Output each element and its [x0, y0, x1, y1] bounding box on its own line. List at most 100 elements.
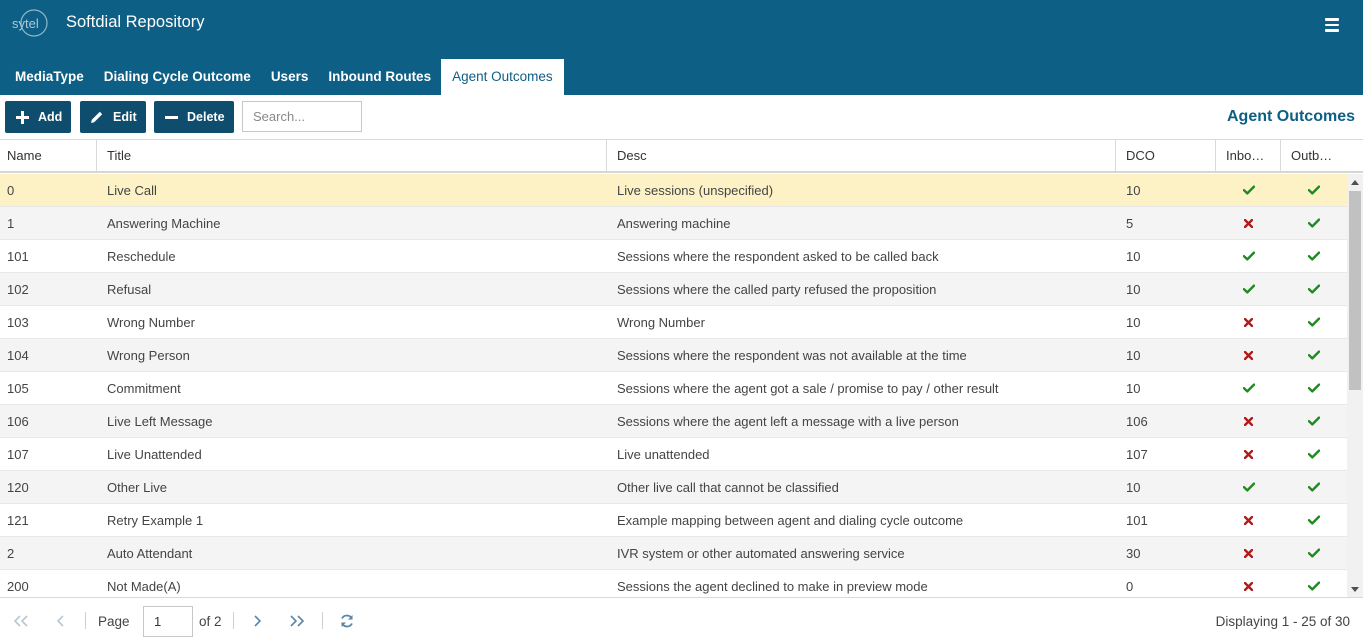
outbound-check-icon	[1281, 372, 1347, 404]
page-label: Page	[98, 614, 130, 629]
add-button[interactable]: Add	[5, 101, 71, 133]
outbound-check-icon	[1281, 273, 1347, 305]
cell-title: Live Unattended	[107, 447, 202, 462]
cell-title: Commitment	[107, 381, 181, 396]
edit-button[interactable]: Edit	[80, 101, 146, 133]
cell-name: 0	[7, 183, 15, 198]
page-count-label: of 2	[199, 614, 222, 629]
cell-dco: 5	[1126, 216, 1134, 231]
table-row[interactable]: 121 Retry Example 1 Example mapping betwee…	[0, 504, 1347, 537]
scroll-down-arrow-icon[interactable]	[1347, 581, 1363, 597]
outbound-check-icon	[1281, 537, 1347, 569]
toolbar: Add Edit Delete Agent Outcomes	[0, 95, 1363, 140]
cell-desc: IVR system or other automated answering …	[617, 546, 905, 561]
column-header-title[interactable]: Title	[97, 140, 607, 171]
tab-inbound-routes[interactable]: Inbound Routes	[318, 59, 441, 95]
pencil-icon	[90, 110, 104, 124]
app-title: Softdial Repository	[66, 13, 205, 31]
cell-title: Retry Example 1	[107, 513, 204, 528]
table-row[interactable]: 103 Wrong Number Wrong Number 10	[0, 306, 1347, 339]
column-header-dco[interactable]: DCO	[1116, 140, 1216, 171]
inbound-cross-icon	[1216, 207, 1281, 239]
pager-separator	[233, 612, 234, 629]
display-count: Displaying 1 - 25 of 30	[1215, 614, 1350, 629]
next-page-icon[interactable]	[248, 612, 266, 630]
table-row[interactable]: 102 Refusal Sessions where the called part…	[0, 273, 1347, 306]
cell-desc: Other live call that cannot be classifie…	[617, 480, 839, 495]
delete-button-label: Delete	[187, 110, 225, 124]
hamburger-menu-icon[interactable]	[1322, 15, 1342, 33]
inbound-cross-icon	[1216, 339, 1281, 371]
table-row[interactable]: 104 Wrong Person Sessions where the respon…	[0, 339, 1347, 372]
page-number-input[interactable]	[143, 606, 193, 637]
inbound-cross-icon	[1216, 504, 1281, 536]
cell-name: 107	[7, 447, 29, 462]
first-page-icon[interactable]	[12, 612, 30, 630]
add-button-label: Add	[38, 110, 63, 124]
edit-button-label: Edit	[113, 110, 137, 124]
table-row[interactable]: 200 Not Made(A) Sessions the agent decline…	[0, 570, 1347, 597]
delete-button[interactable]: Delete	[154, 101, 234, 133]
cell-dco: 10	[1126, 282, 1141, 297]
table-row[interactable]: 120 Other Live Other live call that cannot…	[0, 471, 1347, 504]
table-row[interactable]: 105 Commitment Sessions where the agent go…	[0, 372, 1347, 405]
inbound-cross-icon	[1216, 537, 1281, 569]
cell-title: Auto Attendant	[107, 546, 193, 561]
scroll-up-arrow-icon[interactable]	[1347, 174, 1363, 190]
cell-dco: 106	[1126, 414, 1148, 429]
cell-title: Other Live	[107, 480, 167, 495]
tab-dialing-cycle-outcome[interactable]: Dialing Cycle Outcome	[94, 59, 261, 95]
previous-page-icon[interactable]	[52, 612, 70, 630]
tab-mediatype[interactable]: MediaType	[5, 59, 94, 95]
table-row[interactable]: 1 Answering Machine Answering machine 5	[0, 207, 1347, 240]
cell-dco: 30	[1126, 546, 1141, 561]
table-row[interactable]: 0 Live Call Live sessions (unspecified) 10	[0, 174, 1347, 207]
cell-dco: 10	[1126, 381, 1141, 396]
cell-desc: Wrong Number	[617, 315, 705, 330]
vertical-scrollbar[interactable]	[1347, 174, 1363, 597]
tab-users[interactable]: Users	[261, 59, 319, 95]
cell-name: 200	[7, 579, 29, 594]
search-input[interactable]	[242, 101, 362, 132]
column-header-desc[interactable]: Desc	[607, 140, 1116, 171]
column-header-outbound[interactable]: Outb…	[1281, 140, 1347, 171]
cell-name: 101	[7, 249, 29, 264]
column-header-inbound[interactable]: Inbo…	[1216, 140, 1281, 171]
plus-icon	[15, 110, 29, 124]
table-row[interactable]: 2 Auto Attendant IVR system or other autom…	[0, 537, 1347, 570]
scrollbar-thumb[interactable]	[1349, 191, 1361, 390]
table-row[interactable]: 106 Live Left Message Sessions where the a…	[0, 405, 1347, 438]
tab-bar: MediaType Dialing Cycle Outcome Users In…	[5, 59, 564, 95]
refresh-icon[interactable]	[338, 612, 356, 630]
tab-agent-outcomes[interactable]: Agent Outcomes	[441, 59, 564, 95]
page-heading: Agent Outcomes	[1226, 108, 1355, 125]
grid-header: Name Title Desc DCO Inbo… Outb…	[0, 140, 1363, 173]
cell-desc: Sessions where the agent got a sale / pr…	[617, 381, 999, 396]
table-row[interactable]: 107 Live Unattended Live unattended 107	[0, 438, 1347, 471]
last-page-icon[interactable]	[288, 612, 306, 630]
outbound-check-icon	[1281, 174, 1347, 206]
table-row[interactable]: 101 Reschedule Sessions where the responde…	[0, 240, 1347, 273]
cell-name: 106	[7, 414, 29, 429]
cell-title: Answering Machine	[107, 216, 221, 231]
outbound-check-icon	[1281, 207, 1347, 239]
cell-title: Wrong Number	[107, 315, 195, 330]
cell-dco: 0	[1126, 579, 1134, 594]
cell-name: 103	[7, 315, 29, 330]
inbound-check-icon	[1216, 471, 1281, 503]
cell-title: Refusal	[107, 282, 152, 297]
cell-name: 104	[7, 348, 29, 363]
cell-desc: Sessions where the agent left a message …	[617, 414, 959, 429]
cell-dco: 10	[1126, 315, 1141, 330]
grid-body: 0 Live Call Live sessions (unspecified) 10 1…	[0, 174, 1347, 597]
app-header: sytel Softdial Repository MediaType Dial…	[0, 0, 1363, 95]
pager-separator	[322, 612, 323, 629]
cell-desc: Sessions where the respondent was not av…	[617, 348, 967, 363]
inbound-cross-icon	[1216, 570, 1281, 597]
outbound-check-icon	[1281, 570, 1347, 597]
cell-dco: 10	[1126, 480, 1141, 495]
cell-dco: 10	[1126, 348, 1141, 363]
logo-text: sytel	[12, 16, 39, 31]
outbound-check-icon	[1281, 471, 1347, 503]
column-header-name[interactable]: Name	[0, 140, 97, 171]
